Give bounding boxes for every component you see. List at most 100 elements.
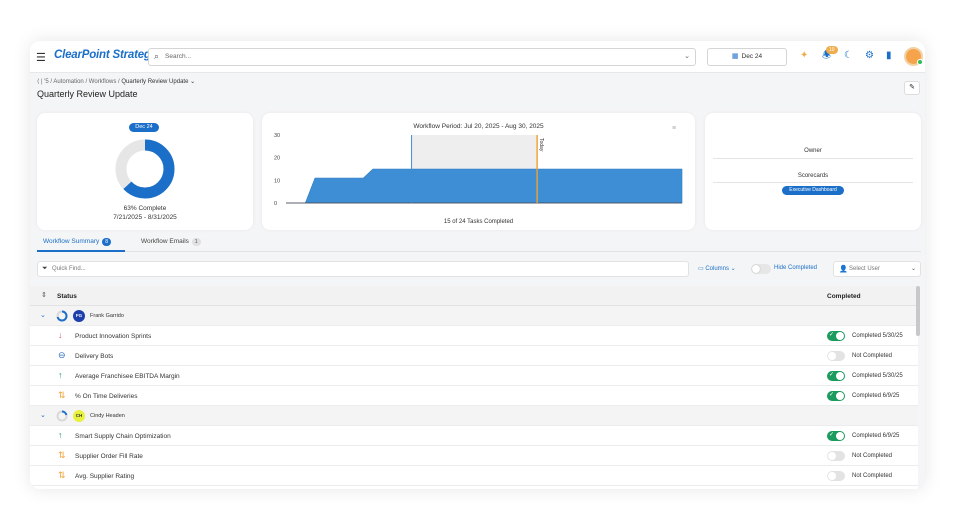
table-row[interactable]: ⇅ % On Time Deliveries Completed 6/9/25 [30, 386, 918, 406]
completed-status: Completed 6/9/25 [852, 393, 900, 399]
columns-button[interactable]: ▭ Columns ⌄ [698, 265, 736, 272]
tab-count: 1 [191, 238, 201, 246]
filter-bar: ⏷ Quick Find... ▭ Columns ⌄ Hide Complet… [37, 261, 921, 277]
app-window: ☰ ClearPoint Strategy ⌕ Search... ⌄ ▦ Dec… [30, 41, 925, 489]
filter-icon: ⏷ [42, 265, 48, 272]
date-button-label: Dec 24 [741, 53, 763, 60]
table-row[interactable]: ⇅ Avg. Supplier Rating Not Completed [30, 466, 918, 486]
completed-status: Completed 5/30/25 [852, 373, 903, 379]
toggle-knob [836, 332, 844, 340]
columns-label: Columns ⌄ [705, 266, 736, 272]
completed-toggle[interactable] [827, 431, 845, 441]
status-icon: ⇅ [58, 390, 66, 400]
today-label: Today [538, 138, 544, 152]
select-user-dropdown[interactable]: 👤 Select User ⌄ [833, 261, 921, 277]
magic-wand-icon[interactable]: ✦ [800, 50, 808, 62]
progress-donut [115, 139, 175, 199]
group-row[interactable]: ⌄ CH Cindy Headen [30, 406, 918, 426]
edit-button[interactable]: ✎ [904, 81, 920, 95]
tab-workflow-summary[interactable]: Workflow Summary 8 [43, 238, 112, 246]
active-tab-indicator [37, 250, 125, 252]
table-scrollbar[interactable] [916, 286, 920, 336]
series-area [286, 168, 683, 204]
breadcrumb-automation[interactable]: Automation [53, 79, 83, 85]
progress-card: Dec 24 63% Complete 7/21/2025 - 8/31/202… [37, 113, 253, 230]
column-status[interactable]: Status [57, 293, 77, 300]
completed-toggle[interactable] [827, 371, 845, 381]
breadcrumb-back[interactable]: ⟨ | [37, 79, 43, 85]
breadcrumb-sep: / [118, 79, 120, 85]
page-title: Quarterly Review Update [37, 89, 138, 99]
toggle-knob [836, 432, 844, 440]
user-initials-avatar: CH [73, 410, 85, 422]
chevron-down-icon: ⌄ [910, 266, 916, 272]
task-label[interactable]: Smart Supply Chain Optimization [75, 433, 171, 440]
scorecards-label: Scorecards [797, 173, 829, 179]
calendar-icon: ▦ [731, 53, 739, 60]
table-row[interactable]: ⊖ Delivery Bots Not Completed [30, 346, 918, 366]
notification-count: 10 [826, 46, 838, 54]
y-tick-label: 0 [274, 201, 277, 207]
chevron-down-icon[interactable]: ⌄ [40, 311, 46, 319]
toggle-knob [828, 352, 836, 360]
hide-completed-toggle[interactable] [751, 264, 771, 274]
status-icon: ↑ [58, 430, 63, 440]
tab-label: Workflow Emails [141, 238, 189, 245]
task-label[interactable]: % On Time Deliveries [75, 393, 138, 400]
status-icon: ↑ [58, 370, 63, 380]
owner-label: Owner [804, 148, 822, 154]
date-button[interactable]: ▦ Dec 24 [707, 48, 787, 66]
table-row[interactable]: ⇅ Supplier Order Fill Rate Not Completed [30, 446, 918, 466]
help-icon[interactable]: ▮ [886, 50, 892, 62]
toggle-knob [836, 372, 844, 380]
gear-icon[interactable]: ⚙ [865, 50, 874, 62]
date-pill: Dec 24 [129, 123, 159, 132]
task-label[interactable]: Avg. Supplier Rating [75, 473, 134, 480]
quick-find-input[interactable]: ⏷ Quick Find... [37, 261, 689, 277]
completed-toggle[interactable] [827, 471, 845, 481]
table-row[interactable]: ↑ Smart Supply Chain Optimization Complete… [30, 426, 918, 446]
completed-toggle[interactable] [827, 391, 845, 401]
table-row[interactable]: ↓ Product Innovation Sprints Completed 5/3… [30, 326, 918, 346]
group-row[interactable]: ⌄ FG Frank Garrido [30, 306, 918, 326]
column-completed[interactable]: Completed [827, 293, 861, 300]
task-label[interactable]: Average Franchisee EBITDA Margin [75, 373, 180, 380]
breadcrumb-scorecard[interactable]: '5 [44, 79, 48, 85]
completed-status: Not Completed [852, 453, 893, 459]
completed-status: Not Completed [852, 353, 893, 359]
breadcrumb: ⟨ | '5 / Automation / Workflows / Quarte… [37, 78, 195, 85]
quick-find-placeholder: Quick Find... [52, 266, 86, 272]
completed-toggle[interactable] [827, 331, 845, 341]
status-icon: ⇅ [58, 450, 66, 460]
status-icon: ⊖ [58, 350, 66, 360]
tab-workflow-emails[interactable]: Workflow Emails 1 [141, 238, 201, 246]
table-row[interactable]: ↑ Average Franchisee EBITDA Margin Complet… [30, 366, 918, 386]
breadcrumb-sep: / [85, 79, 88, 85]
chevron-down-icon[interactable]: ⌄ [40, 411, 46, 419]
user-avatar[interactable] [904, 47, 923, 66]
scorecard-pill[interactable]: Executive Dashboard [782, 186, 844, 195]
menu-icon[interactable]: ☰ [36, 51, 46, 64]
table-header: ⇕ Status Completed [30, 286, 918, 306]
breadcrumb-current[interactable]: Quarterly Review Update ⌄ [121, 79, 195, 85]
tab-bar: Workflow Summary 8 Workflow Emails 1 [37, 235, 921, 252]
completed-toggle[interactable] [827, 351, 845, 361]
sort-icon[interactable]: ⇕ [41, 291, 47, 299]
completed-toggle[interactable] [827, 451, 845, 461]
dark-mode-icon[interactable]: ☾ [844, 50, 853, 62]
toggle-knob [828, 452, 836, 460]
task-label[interactable]: Product Innovation Sprints [75, 333, 151, 340]
group-owner-name: Cindy Headen [90, 413, 125, 419]
breadcrumb-workflows[interactable]: Workflows [89, 79, 117, 85]
online-status-icon [917, 59, 923, 65]
app-logo[interactable]: ClearPoint Strategy [54, 49, 157, 61]
hide-completed-label: Hide Completed [774, 265, 818, 271]
task-label[interactable]: Delivery Bots [75, 353, 113, 360]
divider [713, 158, 913, 159]
workflow-chart: 0 10 20 30 Today [274, 133, 683, 207]
user-initials-avatar: FG [73, 310, 85, 322]
task-label[interactable]: Supplier Order Fill Rate [75, 453, 143, 460]
divider [713, 182, 913, 183]
chevron-down-icon: ⌄ [684, 53, 690, 60]
search-input[interactable]: ⌕ Search... ⌄ [148, 48, 696, 66]
